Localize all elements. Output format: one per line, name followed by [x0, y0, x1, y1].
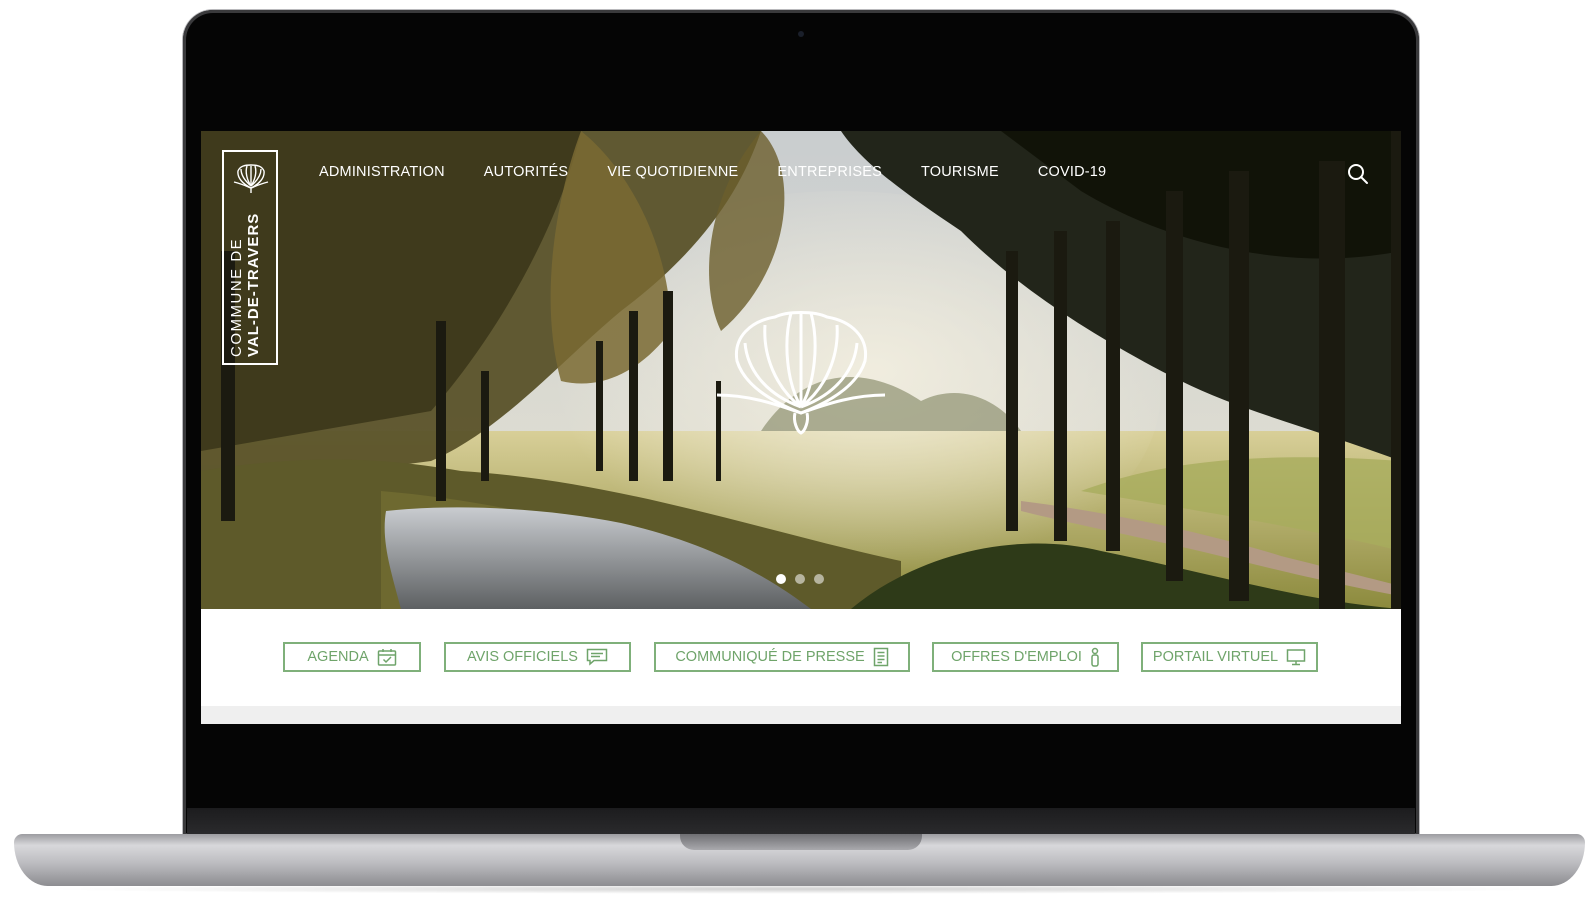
nav-vie-quotidienne[interactable]: VIE QUOTIDIENNE: [607, 164, 738, 180]
slider-dots: [776, 574, 824, 584]
quicklinks-bar: AGENDA AVIS OFFICIELS COMMUNIQUÉ DE PRES…: [201, 609, 1401, 706]
webcam: [798, 31, 804, 37]
avis-officiels-button[interactable]: AVIS OFFICIELS: [444, 642, 631, 672]
laptop-notch: [680, 834, 922, 850]
laptop-chin: [187, 808, 1415, 834]
communique-de-presse-label: COMMUNIQUÉ DE PRESSE: [675, 649, 865, 665]
logo-line-1: COMMUNE DE: [228, 237, 245, 357]
portail-virtuel-label: PORTAIL VIRTUEL: [1152, 649, 1279, 665]
communique-de-presse-button[interactable]: COMMUNIQUÉ DE PRESSE: [654, 642, 910, 672]
website-screen: COMMUNE DE VAL-DE-TRAVERS ADMINISTRATION…: [201, 131, 1401, 724]
hero-slider: COMMUNE DE VAL-DE-TRAVERS ADMINISTRATION…: [201, 131, 1401, 609]
offres-d-emploi-button[interactable]: OFFRES D'EMPLOI: [932, 642, 1119, 672]
site-logo[interactable]: COMMUNE DE VAL-DE-TRAVERS: [222, 150, 278, 365]
shell-flower-icon: [717, 311, 885, 435]
offres-d-emploi-label: OFFRES D'EMPLOI: [951, 649, 1082, 665]
main-nav: ADMINISTRATION AUTORITÉS VIE QUOTIDIENNE…: [319, 164, 1145, 180]
portail-virtuel-button[interactable]: PORTAIL VIRTUEL: [1141, 642, 1318, 672]
shell-flower-icon: [233, 164, 269, 193]
nav-entreprises[interactable]: ENTREPRISES: [777, 164, 882, 180]
calendar-check-icon: [377, 649, 396, 666]
slide-dot-2[interactable]: [795, 574, 805, 584]
monitor-icon: [1286, 649, 1306, 666]
chat-bubble-icon: [586, 648, 608, 666]
avis-officiels-label: AVIS OFFICIELS: [467, 649, 578, 665]
document-icon: [873, 647, 888, 667]
person-icon: [1091, 647, 1099, 667]
agenda-button[interactable]: AGENDA: [283, 642, 421, 672]
nav-tourisme[interactable]: TOURISME: [921, 164, 999, 180]
nav-administration[interactable]: ADMINISTRATION: [319, 164, 445, 180]
logo-line-2: VAL-DE-TRAVERS: [245, 212, 262, 357]
search-icon[interactable]: [1347, 163, 1369, 185]
content-strip: [201, 706, 1401, 724]
agenda-label: AGENDA: [307, 649, 369, 665]
nav-autorites[interactable]: AUTORITÉS: [484, 164, 569, 180]
slide-dot-1[interactable]: [776, 574, 786, 584]
slide-dot-3[interactable]: [814, 574, 824, 584]
logo-wordmark: COMMUNE DE VAL-DE-TRAVERS: [228, 207, 262, 357]
nav-covid-19[interactable]: COVID-19: [1038, 164, 1106, 180]
